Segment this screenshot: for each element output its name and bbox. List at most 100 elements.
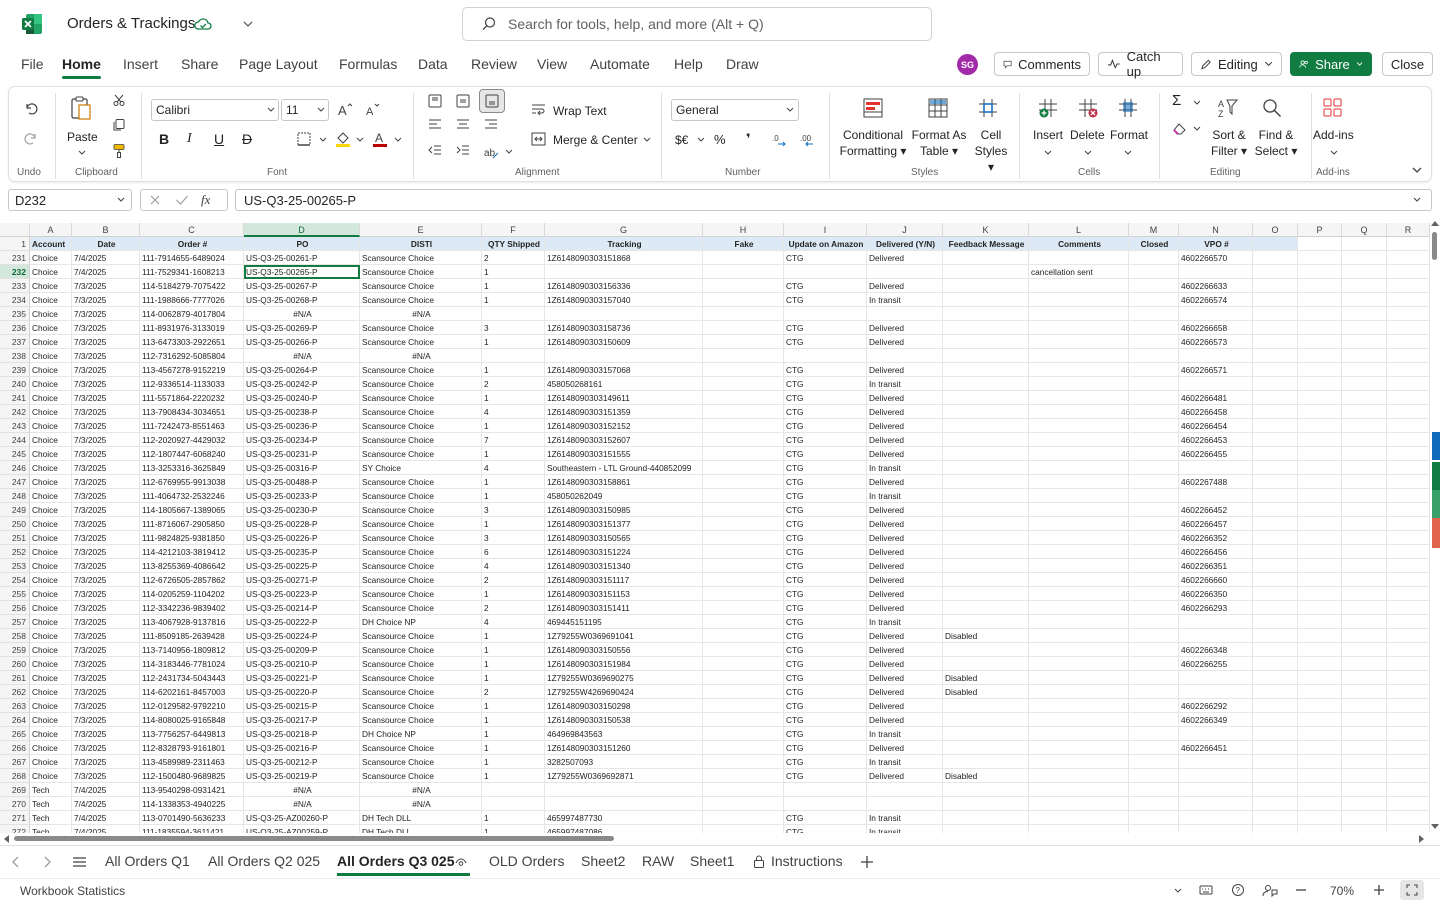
grid-cell[interactable]: [943, 265, 1029, 279]
grid-cell[interactable]: [1129, 601, 1179, 615]
grid-cell[interactable]: Delivered: [867, 363, 943, 377]
grid-cell[interactable]: [1253, 307, 1298, 321]
grid-cell[interactable]: [1387, 741, 1430, 755]
grid-cell[interactable]: [1129, 545, 1179, 559]
grid-cell[interactable]: Delivered: [867, 769, 943, 783]
grid-cell[interactable]: [703, 657, 784, 671]
addins-button[interactable]: Add-ins: [1313, 127, 1354, 143]
grid-cell[interactable]: 7/3/2025: [72, 713, 140, 727]
wrap-text-button[interactable]: Wrap Text: [553, 103, 607, 119]
grid-cell[interactable]: [545, 307, 703, 321]
grid-cell[interactable]: [1387, 349, 1430, 363]
grid-cell[interactable]: [1387, 755, 1430, 769]
grid-cell[interactable]: CTG: [784, 251, 867, 265]
grid-cell[interactable]: [703, 531, 784, 545]
grid-cell[interactable]: [703, 615, 784, 629]
grid-cell[interactable]: 7/3/2025: [72, 307, 140, 321]
grid-cell[interactable]: [703, 741, 784, 755]
sheet-tab-raw[interactable]: RAW: [642, 853, 674, 869]
grid-cell[interactable]: [943, 797, 1029, 811]
grid-cell[interactable]: 458050262049: [545, 489, 703, 503]
grid-cell[interactable]: Disabled: [943, 671, 1029, 685]
grid-cell[interactable]: Scansource Choice: [360, 657, 482, 671]
grid-cell[interactable]: 7/3/2025: [72, 755, 140, 769]
grid-cell[interactable]: [1298, 615, 1342, 629]
cut-icon[interactable]: [112, 93, 126, 107]
comma-style-icon[interactable]: ❜: [746, 131, 751, 147]
grid-cell[interactable]: [943, 433, 1029, 447]
grid-cell[interactable]: 2: [482, 685, 545, 699]
grid-cell[interactable]: [1129, 489, 1179, 503]
row-header[interactable]: 1: [0, 237, 30, 251]
grid-cell[interactable]: 7/3/2025: [72, 615, 140, 629]
grid-cell[interactable]: US-Q3-25-00271-P: [244, 573, 360, 587]
grid-cell[interactable]: [1298, 769, 1342, 783]
find-select-icon[interactable]: [1261, 97, 1283, 119]
grid-cell[interactable]: [1029, 405, 1129, 419]
grid-cell[interactable]: 4602266451: [1179, 741, 1253, 755]
grid-cell[interactable]: [1129, 405, 1179, 419]
conditional-formatting-icon[interactable]: [862, 97, 884, 119]
grid-cell[interactable]: 7/4/2025: [72, 783, 140, 797]
grid-cell[interactable]: CTG: [784, 517, 867, 531]
grid-cell[interactable]: [703, 461, 784, 475]
grid-cell[interactable]: 114-4212103-3819412: [140, 545, 244, 559]
grid-cell[interactable]: [1298, 237, 1342, 251]
row-header[interactable]: 269: [0, 783, 30, 797]
row-header[interactable]: 236: [0, 321, 30, 335]
grid-cell[interactable]: Scansource Choice: [360, 475, 482, 489]
grid-cell[interactable]: US-Q3-25-00216-P: [244, 741, 360, 755]
close-button[interactable]: Close: [1382, 52, 1433, 76]
grid-cell[interactable]: [703, 265, 784, 279]
grid-cell[interactable]: [1298, 349, 1342, 363]
grid-cell[interactable]: Scansource Choice: [360, 769, 482, 783]
grid-cell[interactable]: US-Q3-25-00266-P: [244, 335, 360, 349]
grid-cell[interactable]: 7/4/2025: [72, 825, 140, 833]
row-header[interactable]: 240: [0, 377, 30, 391]
grid-cell[interactable]: [1342, 377, 1387, 391]
grid-cell[interactable]: Scansource Choice: [360, 531, 482, 545]
grid-cell[interactable]: 114-1338353-4940225: [140, 797, 244, 811]
grid-cell[interactable]: [1253, 405, 1298, 419]
grid-cell[interactable]: Scansource Choice: [360, 643, 482, 657]
grid-cell[interactable]: [1253, 643, 1298, 657]
grid-cell[interactable]: Choice: [30, 377, 72, 391]
grid-cell[interactable]: [1298, 461, 1342, 475]
tab-view[interactable]: View: [537, 55, 567, 79]
grid-cell[interactable]: [1298, 797, 1342, 811]
grid-cell[interactable]: Scansource Choice: [360, 713, 482, 727]
chevron-down-icon[interactable]: [242, 19, 254, 29]
grid-cell[interactable]: [1387, 545, 1430, 559]
grid-cell[interactable]: 4602266349: [1179, 713, 1253, 727]
grid-cell[interactable]: [703, 321, 784, 335]
grid-cell[interactable]: Choice: [30, 251, 72, 265]
grid-cell[interactable]: US-Q3-25-00217-P: [244, 713, 360, 727]
grid-cell[interactable]: 7/3/2025: [72, 279, 140, 293]
chevron-down-icon[interactable]: [355, 136, 365, 144]
grid-cell[interactable]: [943, 545, 1029, 559]
grid-cell[interactable]: [1253, 391, 1298, 405]
feedback-icon[interactable]: [1262, 883, 1278, 897]
grid-cell[interactable]: 111-9824825-9381850: [140, 531, 244, 545]
grid-cell[interactable]: [1298, 335, 1342, 349]
grid-cell[interactable]: Scansource Choice: [360, 405, 482, 419]
grid-cell[interactable]: 7: [482, 433, 545, 447]
grid-cell[interactable]: [1129, 727, 1179, 741]
grid-cell[interactable]: [1387, 489, 1430, 503]
row-header[interactable]: 241: [0, 391, 30, 405]
grid-cell[interactable]: [943, 419, 1029, 433]
grid-cell[interactable]: 7/3/2025: [72, 531, 140, 545]
insert-cells-icon[interactable]: [1037, 97, 1059, 119]
grid-cell[interactable]: [1298, 391, 1342, 405]
grid-cell[interactable]: [1342, 349, 1387, 363]
grid-cell[interactable]: [1387, 825, 1430, 833]
grid-cell[interactable]: [1387, 475, 1430, 489]
grid-cell[interactable]: US-Q3-25-00234-P: [244, 433, 360, 447]
grid-cell[interactable]: [1253, 363, 1298, 377]
grid-cell[interactable]: [1029, 433, 1129, 447]
grid-cell[interactable]: DH Choice NP: [360, 727, 482, 741]
grid-cell[interactable]: [1342, 615, 1387, 629]
grid-cell[interactable]: 4602266660: [1179, 573, 1253, 587]
grid-cell[interactable]: [1253, 433, 1298, 447]
expand-formula-icon[interactable]: [1412, 196, 1422, 204]
